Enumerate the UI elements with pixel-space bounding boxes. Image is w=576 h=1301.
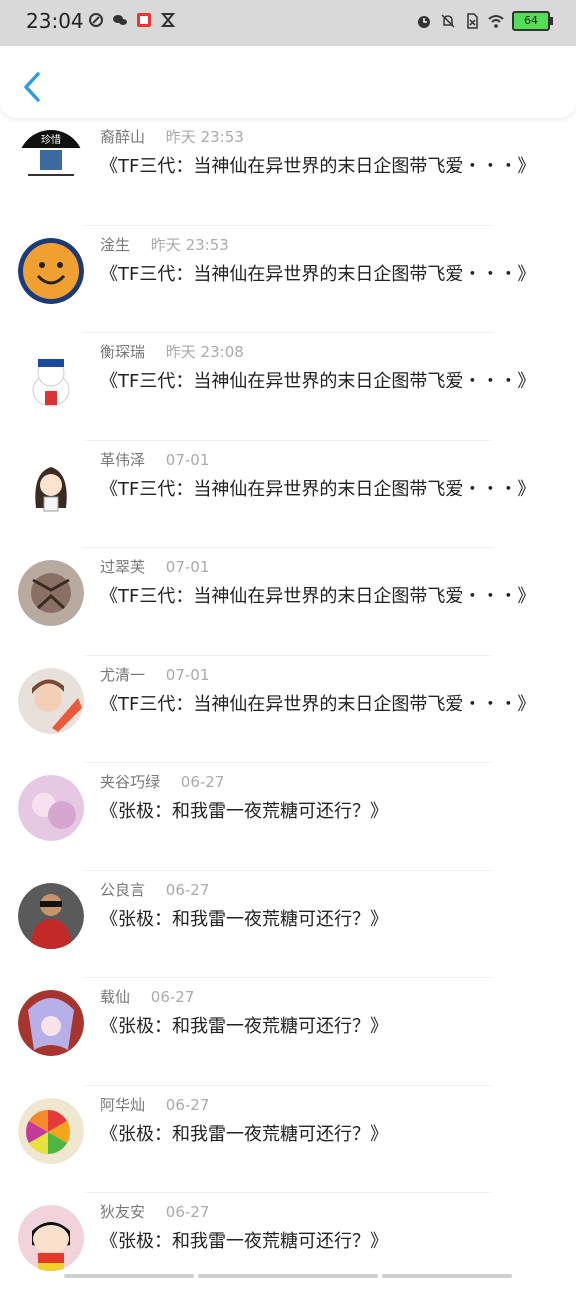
avatar[interactable]: 珍惜 (18, 130, 84, 196)
scroll-segment (382, 1274, 512, 1278)
message-meta: 衡琛瑞 昨天 23:08 (100, 341, 244, 362)
avatar[interactable] (18, 560, 84, 626)
sender-name: 革伟泽 (100, 451, 145, 469)
message-text: 《张极：和我雷一夜荒糖可还行？》 (100, 797, 388, 823)
message-text: 《张极：和我雷一夜荒糖可还行？》 (100, 1120, 388, 1146)
hourglass-icon (160, 12, 176, 28)
sender-name: 阿华灿 (100, 1096, 145, 1114)
sender-name: 尤清一 (100, 666, 145, 684)
message-text: 《TF三代：当神仙在异世界的末日企图带飞爱・・・》 (100, 690, 535, 716)
avatar[interactable] (18, 453, 84, 519)
avatar[interactable] (18, 883, 84, 949)
no-sim-icon (464, 13, 480, 29)
message-meta: 夹谷巧绿 06-27 (100, 771, 224, 792)
alarm-icon (416, 13, 432, 29)
sender-name: 载仙 (100, 988, 130, 1006)
message-time: 07-01 (166, 558, 210, 576)
message-text: 《张极：和我雷一夜荒糖可还行？》 (100, 905, 388, 931)
sender-name: 裔醉山 (100, 128, 145, 146)
message-meta: 阿华灿 06-27 (100, 1094, 209, 1115)
list-item[interactable]: 阿华灿 06-27 《张极：和我雷一夜荒糖可还行？》 (0, 1086, 576, 1194)
list-item[interactable]: 尤清一 07-01 《TF三代：当神仙在异世界的末日企图带飞爱・・・》 (0, 656, 576, 764)
status-time: 23:04 (26, 9, 84, 33)
message-meta: 载仙 06-27 (100, 986, 194, 1007)
avatar[interactable] (18, 990, 84, 1056)
avatar[interactable] (18, 775, 84, 841)
message-time: 07-01 (166, 451, 210, 469)
sender-name: 夹谷巧绿 (100, 773, 160, 791)
message-text: 《张极：和我雷一夜荒糖可还行？》 (100, 1227, 388, 1253)
message-meta: 革伟泽 07-01 (100, 449, 209, 470)
top-app-bar (0, 46, 576, 118)
message-meta: 过翠芙 07-01 (100, 556, 209, 577)
battery-icon: 64 (512, 11, 550, 31)
sender-name: 公良言 (100, 881, 145, 899)
message-time: 06-27 (181, 773, 225, 791)
list-item[interactable]: 衡琛瑞 昨天 23:08 《TF三代：当神仙在异世界的末日企图带飞爱・・・》 (0, 333, 576, 441)
list-item[interactable]: 狄友安 06-27 《张极：和我雷一夜荒糖可还行？》 (0, 1193, 576, 1301)
status-left-icons (88, 12, 176, 28)
message-time: 06-27 (166, 1096, 210, 1114)
message-text: 《张极：和我雷一夜荒糖可还行？》 (100, 1012, 388, 1038)
scroll-segment (198, 1274, 378, 1278)
message-text: 《TF三代：当神仙在异世界的末日企图带飞爱・・・》 (100, 367, 535, 393)
wechat-icon (112, 12, 128, 28)
list-item[interactable]: 公良言 06-27 《张极：和我雷一夜荒糖可还行？》 (0, 871, 576, 979)
sender-name: 狄友安 (100, 1203, 145, 1221)
list-item[interactable]: 夹谷巧绿 06-27 《张极：和我雷一夜荒糖可还行？》 (0, 763, 576, 871)
message-meta: 裔醉山 昨天 23:53 (100, 126, 244, 147)
status-bar: 23:04 64 (0, 0, 576, 46)
status-right-icons: 64 (416, 11, 550, 31)
message-meta: 尤清一 07-01 (100, 664, 209, 685)
wifi-icon (488, 13, 504, 29)
message-time: 06-27 (166, 881, 210, 899)
list-item[interactable]: 革伟泽 07-01 《TF三代：当神仙在异世界的末日企图带飞爱・・・》 (0, 441, 576, 549)
list-item[interactable]: 珍惜 裔醉山 昨天 23:53 《TF三代：当神仙在异世界的末日企图带飞爱・・・… (0, 118, 576, 226)
message-text: 《TF三代：当神仙在异世界的末日企图带飞爱・・・》 (100, 260, 535, 286)
message-time: 06-27 (151, 988, 195, 1006)
avatar[interactable] (18, 1098, 84, 1164)
message-meta: 狄友安 06-27 (100, 1201, 209, 1222)
message-time: 昨天 23:08 (166, 343, 244, 361)
message-text: 《TF三代：当神仙在异世界的末日企图带飞爱・・・》 (100, 475, 535, 501)
message-list: 珍惜 裔醉山 昨天 23:53 《TF三代：当神仙在异世界的末日企图带飞爱・・・… (0, 118, 576, 1301)
avatar[interactable] (18, 238, 84, 304)
avatar[interactable] (18, 668, 84, 734)
chevron-left-icon[interactable] (18, 70, 46, 104)
scroll-segment (64, 1274, 194, 1278)
avatar[interactable] (18, 1205, 84, 1271)
message-meta: 公良言 06-27 (100, 879, 209, 900)
avatar[interactable] (18, 345, 84, 411)
sender-name: 衡琛瑞 (100, 343, 145, 361)
nfc-icon (88, 12, 104, 28)
list-item[interactable]: 淦生 昨天 23:53 《TF三代：当神仙在异世界的末日企图带飞爱・・・》 (0, 226, 576, 334)
list-item[interactable]: 载仙 06-27 《张极：和我雷一夜荒糖可还行？》 (0, 978, 576, 1086)
message-meta: 淦生 昨天 23:53 (100, 234, 229, 255)
avatar-label: 珍惜 (41, 133, 61, 146)
message-time: 07-01 (166, 666, 210, 684)
message-text: 《TF三代：当神仙在异世界的末日企图带飞爱・・・》 (100, 152, 535, 178)
mute-icon (440, 13, 456, 29)
bottom-scroll-indicator (0, 1272, 576, 1278)
list-item[interactable]: 过翠芙 07-01 《TF三代：当神仙在异世界的末日企图带飞爱・・・》 (0, 548, 576, 656)
message-time: 昨天 23:53 (151, 236, 229, 254)
message-time: 昨天 23:53 (166, 128, 244, 146)
app-badge-icon (136, 12, 152, 28)
message-time: 06-27 (166, 1203, 210, 1221)
sender-name: 淦生 (100, 236, 130, 254)
sender-name: 过翠芙 (100, 558, 145, 576)
message-text: 《TF三代：当神仙在异世界的末日企图带飞爱・・・》 (100, 582, 535, 608)
